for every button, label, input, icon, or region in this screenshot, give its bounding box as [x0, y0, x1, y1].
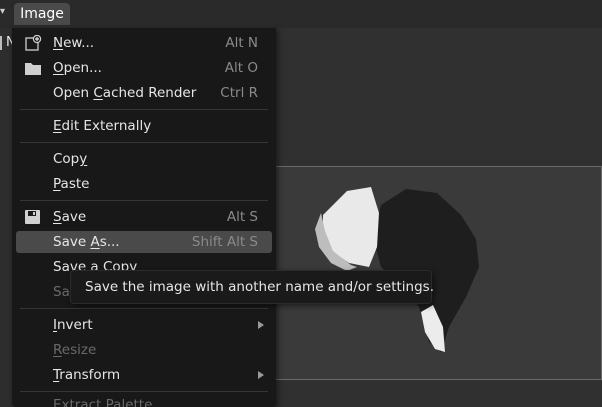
image-menu-button[interactable]: Image: [14, 3, 70, 25]
menu-item-label: Edit Externally: [53, 118, 152, 134]
menu-item-shortcut: Alt O: [224, 60, 258, 76]
tooltip-text: Save the image with another name and/or …: [85, 279, 434, 295]
submenu-arrow-icon: [258, 371, 264, 379]
menu-item-new[interactable]: New... Alt N: [16, 32, 272, 54]
menu-item-label: Open Cached Render: [53, 85, 197, 101]
menu-item-label: Copy: [53, 151, 88, 167]
new-image-icon: [24, 34, 42, 51]
menu-item-resize: Resize: [16, 339, 272, 361]
menu-item-transform[interactable]: Transform: [16, 364, 272, 386]
menu-separator: [20, 109, 268, 110]
menu-item-invert[interactable]: Invert: [16, 314, 272, 336]
menu-item-shortcut: Ctrl R: [220, 85, 258, 101]
menu-item-shortcut: Alt S: [226, 209, 258, 225]
menu-item-label: Open...: [53, 60, 102, 76]
menu-item-save[interactable]: Save Alt S: [16, 206, 272, 228]
menu-separator: [20, 391, 268, 392]
menu-item-label: Save As...: [53, 234, 120, 250]
collapse-arrow-icon[interactable]: ▾: [0, 5, 6, 19]
menu-separator: [20, 308, 268, 309]
menu-item-label: Resize: [53, 342, 97, 358]
menu-item-save-as[interactable]: Save As... Shift Alt S: [16, 231, 272, 253]
floppy-disk-icon: [24, 209, 42, 225]
menu-item-open[interactable]: Open... Alt O: [16, 57, 272, 79]
tooltip: Save the image with another name and/or …: [70, 270, 434, 304]
folder-icon: [24, 60, 42, 76]
menu-item-label: Transform: [53, 367, 121, 383]
menu-item-paste[interactable]: Paste: [16, 173, 272, 195]
menu-item-open-cached-render[interactable]: Open Cached Render Ctrl R: [16, 82, 272, 104]
side-marker: [0, 36, 2, 50]
menu-item-shortcut: Alt N: [225, 35, 258, 51]
menu-item-label: New...: [53, 35, 95, 51]
menu-item-label: Invert: [53, 317, 93, 333]
menu-separator: [20, 142, 268, 143]
menu-item-label: Paste: [53, 176, 90, 192]
submenu-arrow-icon: [258, 321, 264, 329]
menu-item-label: Save: [53, 209, 87, 225]
menu-item-shortcut: Shift Alt S: [191, 234, 258, 250]
menu-item-extract-palette: Extract Palette: [16, 394, 272, 407]
menu-separator: [20, 200, 268, 201]
menu-item-label: Extract Palette: [53, 397, 153, 407]
menu-item-copy[interactable]: Copy: [16, 148, 272, 170]
image-menu-dropdown: New... Alt N Open... Alt O Open Cached R…: [12, 28, 276, 407]
editor-header: ▾ Image: [0, 0, 602, 28]
menu-item-label: Sa: [53, 284, 70, 300]
menu-item-edit-externally[interactable]: Edit Externally: [16, 115, 272, 137]
